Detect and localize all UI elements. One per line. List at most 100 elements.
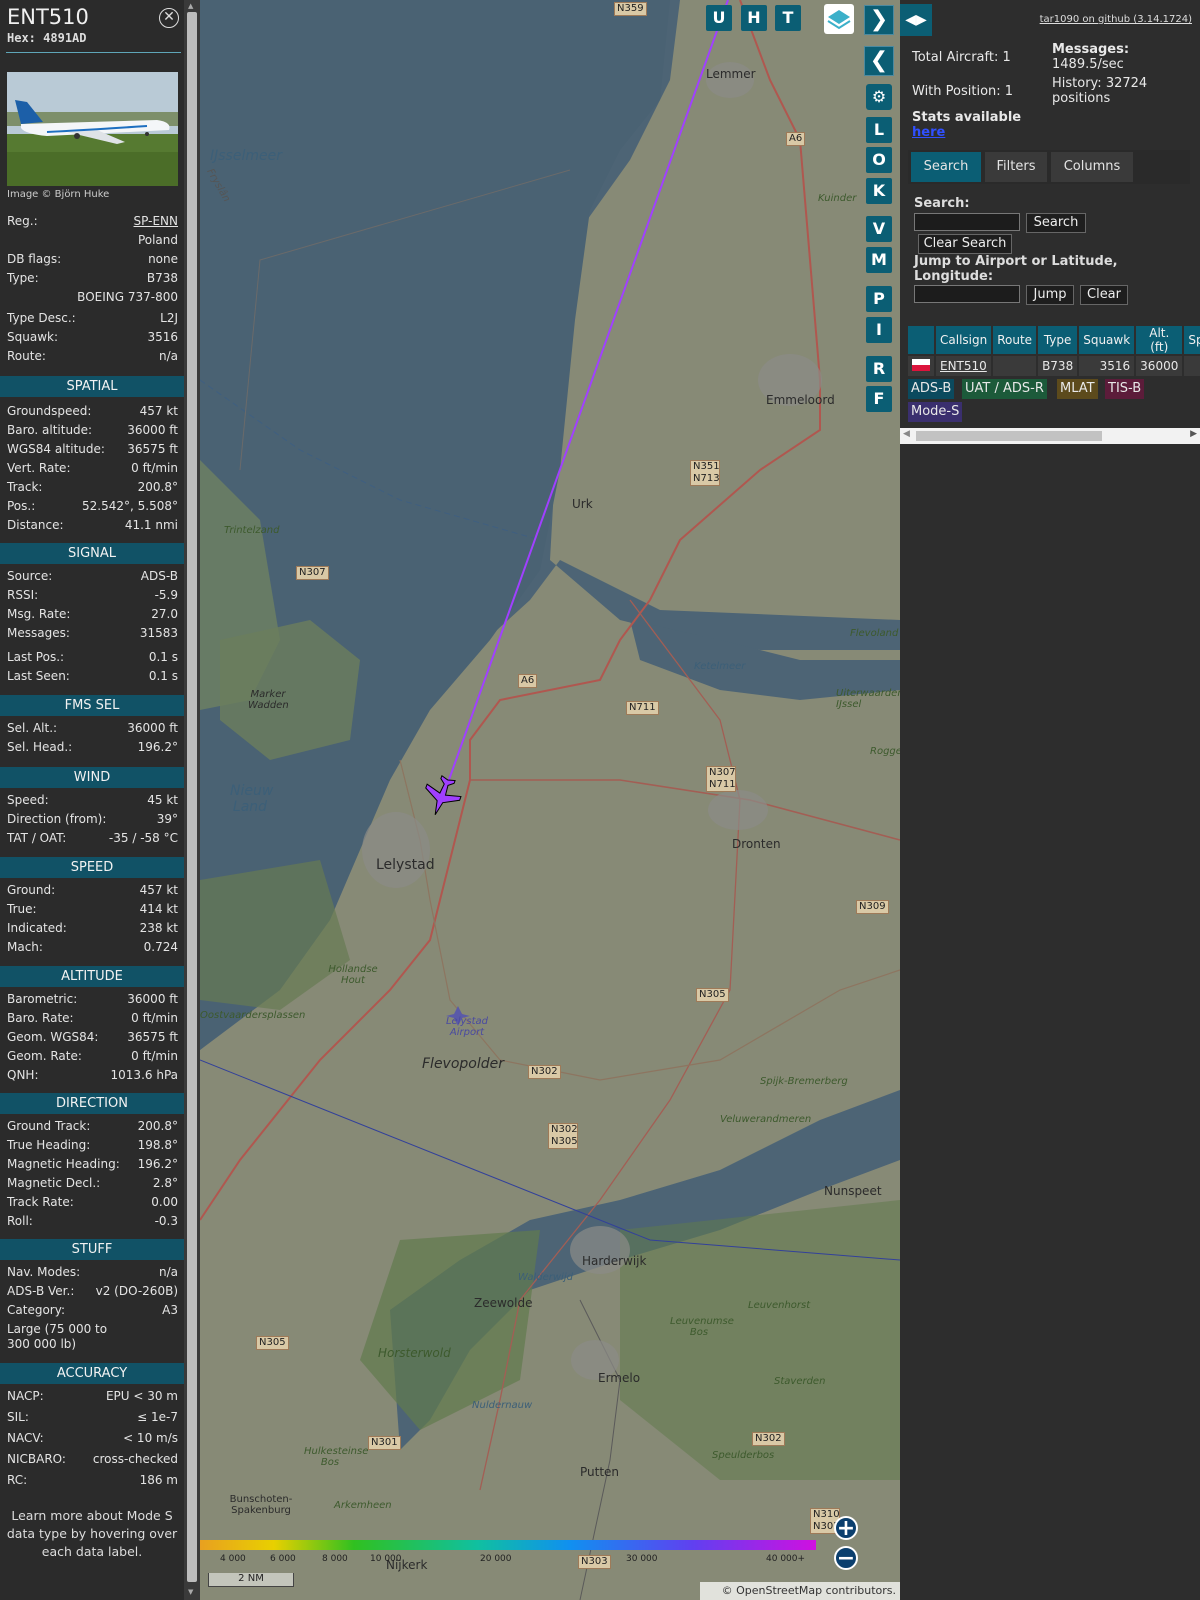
map-button-v[interactable]: V (866, 216, 892, 242)
info-key[interactable]: QNH: (7, 1068, 39, 1082)
source-badge-uat[interactable]: UAT / ADS-R (962, 379, 1047, 399)
info-key[interactable]: Msg. Rate: (7, 607, 70, 621)
info-key[interactable]: RSSI: (7, 588, 38, 602)
info-key[interactable]: Mach: (7, 940, 43, 954)
jump-input[interactable] (914, 285, 1020, 303)
detail-value[interactable]: SP-ENN (134, 214, 178, 228)
info-key[interactable]: Geom. WGS84: (7, 1030, 98, 1044)
section-header[interactable]: FMS SEL (0, 695, 184, 716)
jump-button[interactable]: Jump (1026, 285, 1074, 305)
column-header[interactable]: Spd. (1184, 326, 1200, 354)
map-button-o[interactable]: O (866, 147, 892, 173)
clear-jump-button[interactable]: Clear (1080, 285, 1128, 305)
section-header[interactable]: SPATIAL (0, 376, 184, 397)
prev-aircraft-button[interactable]: ❮ (864, 46, 894, 76)
info-key[interactable]: Ground Track: (7, 1119, 90, 1133)
map-attribution[interactable]: © OpenStreetMap contributors. (700, 1582, 900, 1600)
column-header[interactable]: Callsign (936, 326, 992, 354)
github-link[interactable]: tar1090 on github (3.14.1724) (1040, 14, 1192, 25)
map-button-p[interactable]: P (866, 286, 892, 312)
info-key[interactable]: Vert. Rate: (7, 461, 71, 475)
info-key[interactable]: Pos.: (7, 499, 35, 513)
info-key[interactable]: Speed: (7, 793, 49, 807)
info-key[interactable]: True Heading: (7, 1138, 90, 1152)
map-view[interactable]: IJsselmeer Lemmer Emmeloord Urk Ketelmee… (200, 0, 900, 1600)
search-button[interactable]: Search (1026, 213, 1086, 233)
layers-button[interactable] (824, 4, 854, 34)
map-button-u[interactable]: U (706, 5, 732, 31)
info-key[interactable]: Indicated: (7, 921, 67, 935)
section-header[interactable]: ACCURACY (0, 1363, 184, 1384)
map-button-m[interactable]: M (866, 247, 892, 273)
info-key[interactable]: Magnetic Decl.: (7, 1176, 100, 1190)
info-key[interactable]: Last Pos.: (7, 650, 64, 664)
column-header[interactable]: Type (1038, 326, 1078, 354)
map-button-l[interactable]: L (866, 117, 892, 143)
next-aircraft-button[interactable]: ❯ (864, 5, 894, 35)
section-header[interactable]: WIND (0, 767, 184, 788)
source-badge-tisb[interactable]: TIS-B (1105, 379, 1145, 399)
row-callsign[interactable]: ENT510 (936, 356, 992, 376)
info-key[interactable]: Baro. altitude: (7, 423, 92, 437)
info-key[interactable]: True: (7, 902, 37, 916)
info-key[interactable]: Track: (7, 480, 42, 494)
column-header[interactable]: Route (993, 326, 1037, 354)
section-header[interactable]: SIGNAL (0, 543, 184, 564)
info-key[interactable]: NACV: (7, 1431, 44, 1445)
info-key[interactable]: Source: (7, 569, 52, 583)
map-button-r[interactable]: R (866, 356, 892, 382)
info-key[interactable]: Baro. Rate: (7, 1011, 74, 1025)
info-key[interactable]: SIL: (7, 1410, 29, 1424)
tab-columns[interactable]: Columns (1051, 152, 1133, 182)
info-key[interactable]: ADS-B Ver.: (7, 1284, 74, 1298)
info-key[interactable]: WGS84 altitude: (7, 442, 105, 456)
map-button-t[interactable]: T (775, 5, 801, 31)
table-row[interactable]: ENT510 B738 3516 36000 (908, 356, 1200, 376)
info-key[interactable]: NICBARO: (7, 1452, 66, 1466)
info-key[interactable]: Distance: (7, 518, 64, 532)
section-header[interactable]: SPEED (0, 857, 184, 878)
info-key[interactable]: TAT / OAT: (7, 831, 66, 845)
info-key[interactable]: Nav. Modes: (7, 1265, 80, 1279)
zoom-in-button[interactable]: + (834, 1516, 858, 1540)
column-header[interactable]: Alt. (ft) (1136, 326, 1183, 354)
map-button-i[interactable]: I (866, 317, 892, 343)
info-key[interactable]: Barometric: (7, 992, 77, 1006)
info-key[interactable]: Direction (from): (7, 812, 106, 826)
info-key[interactable]: Magnetic Heading: (7, 1157, 120, 1171)
settings-button[interactable]: ⚙ (866, 84, 892, 110)
info-key[interactable]: Track Rate: (7, 1195, 74, 1209)
source-badge-adsb[interactable]: ADS-B (908, 379, 955, 399)
section-header[interactable]: DIRECTION (0, 1093, 184, 1114)
close-icon[interactable]: ✕ (159, 8, 179, 28)
info-key[interactable]: NACP: (7, 1389, 44, 1403)
info-key[interactable]: RC: (7, 1473, 27, 1487)
table-scrollbar[interactable]: ◀ ▶ (900, 428, 1200, 444)
zoom-out-button[interactable]: − (834, 1546, 858, 1570)
map-button-f[interactable]: F (866, 386, 892, 412)
info-key[interactable]: Groundspeed: (7, 404, 91, 418)
info-key[interactable]: Messages: (7, 626, 70, 640)
search-input[interactable] (914, 213, 1020, 231)
info-scrollbar[interactable]: ▲ ▼ (184, 0, 200, 1600)
tab-filters[interactable]: Filters (985, 152, 1047, 182)
map-button-k[interactable]: K (866, 178, 892, 204)
section-header[interactable]: ALTITUDE (0, 966, 184, 987)
info-key[interactable]: Geom. Rate: (7, 1049, 82, 1063)
info-key[interactable]: Category: (7, 1303, 65, 1317)
info-key[interactable]: Ground: (7, 883, 55, 897)
toggle-sidebar-button[interactable]: ◀▶ (900, 4, 932, 36)
aircraft-photo[interactable] (7, 72, 178, 186)
tab-search[interactable]: Search (911, 152, 981, 182)
info-key[interactable]: Last Seen: (7, 669, 70, 683)
info-key[interactable]: Large (75 000 to 300 000 lb) (7, 1322, 127, 1352)
clear-search-button[interactable]: Clear Search (918, 234, 1012, 254)
info-key[interactable]: Sel. Head.: (7, 740, 72, 754)
column-header[interactable] (908, 326, 934, 354)
info-key[interactable]: Roll: (7, 1214, 33, 1228)
map-button-h[interactable]: H (741, 5, 767, 31)
column-header[interactable]: Squawk (1079, 326, 1135, 354)
section-header[interactable]: STUFF (0, 1239, 184, 1260)
stats-link[interactable]: here (912, 125, 945, 140)
source-badge-mlat[interactable]: MLAT (1057, 379, 1098, 399)
